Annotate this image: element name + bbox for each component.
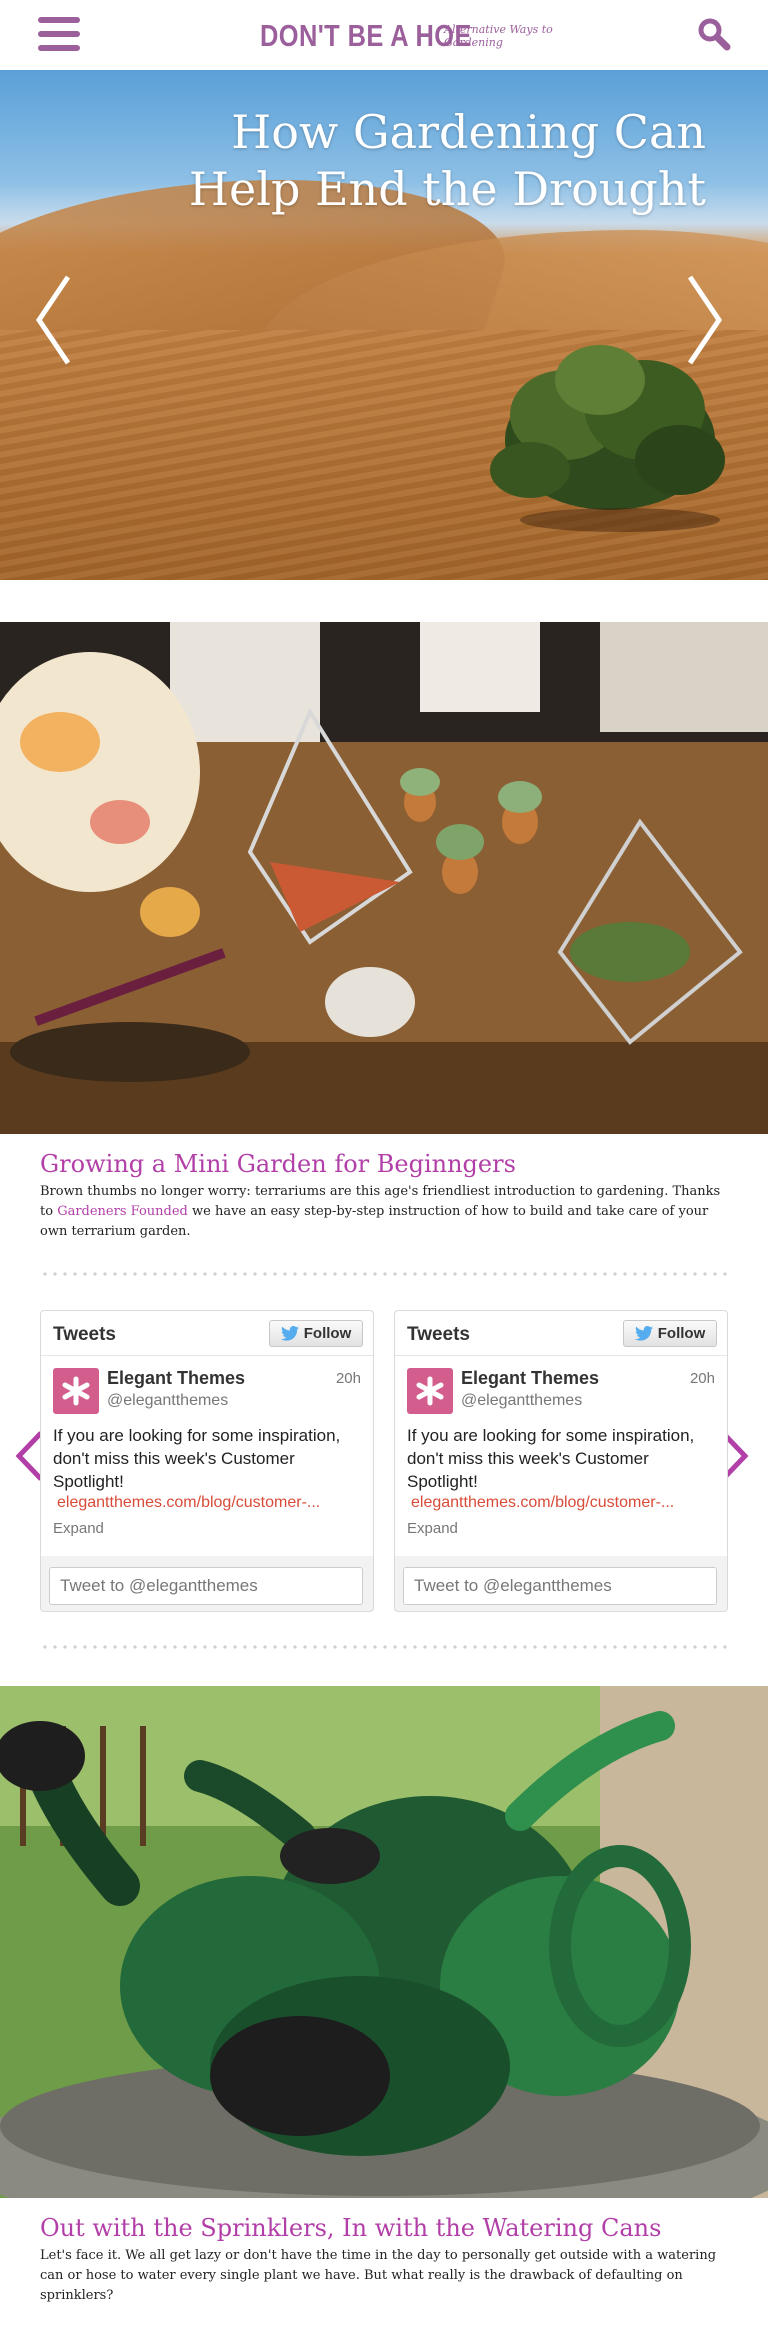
tweet[interactable]: Elegant Themes @elegantthemes 20h If you… — [41, 1356, 373, 1556]
hamburger-menu-icon[interactable] — [38, 17, 80, 51]
post-excerpt: Let's face it. We all get lazy or don't … — [40, 2248, 717, 2303]
chevron-left-icon[interactable] — [36, 275, 70, 365]
twitter-bird-icon — [280, 1326, 299, 1341]
tweet-text: If you are looking for some inspiration,… — [407, 1426, 695, 1491]
asterisk-logo-icon — [416, 1376, 444, 1406]
tweet-timestamp[interactable]: 20h — [690, 1370, 715, 1387]
asterisk-logo-icon — [62, 1376, 90, 1406]
gardeners-founded-link[interactable]: Gardeners Founded — [57, 1204, 188, 1219]
avatar[interactable] — [53, 1368, 99, 1414]
twitter-bird-icon — [634, 1326, 653, 1341]
dotted-divider — [40, 1272, 728, 1276]
follow-button[interactable]: Follow — [623, 1320, 717, 1347]
post-title[interactable]: Out with the Sprinklers, In with the Wat… — [40, 2214, 661, 2242]
tweet-author-handle[interactable]: @elegantthemes — [107, 1392, 228, 1410]
widget-title: Tweets — [407, 1324, 471, 1345]
follow-button[interactable]: Follow — [269, 1320, 363, 1347]
hero-slider: How Gardening Can Help End the Drought — [0, 70, 768, 580]
avatar[interactable] — [407, 1368, 453, 1414]
tweet-text: If you are looking for some inspiration,… — [53, 1426, 341, 1491]
tweet-author-handle[interactable]: @elegantthemes — [461, 1392, 582, 1410]
twitter-widget: Tweets Follow Elegant Themes @elegantthe… — [394, 1310, 728, 1612]
tweet-author-name[interactable]: Elegant Themes — [107, 1368, 245, 1389]
tweet-to-input[interactable]: Tweet to @elegantthemes — [403, 1567, 717, 1605]
hero-title[interactable]: How Gardening Can Help End the Drought — [146, 104, 706, 218]
tweet[interactable]: Elegant Themes @elegantthemes 20h If you… — [395, 1356, 727, 1556]
site-header: DON'T BE A HOE Alternative Ways to Garde… — [0, 0, 768, 70]
chevron-right-icon[interactable] — [688, 275, 722, 365]
watering-cans-post-image[interactable] — [0, 1686, 768, 2198]
tweet-expand-link[interactable]: Expand — [53, 1520, 104, 1537]
terrarium-post-image[interactable] — [0, 622, 768, 1134]
search-icon[interactable] — [697, 17, 731, 51]
tweet-link[interactable]: elegantthemes.com/blog/customer-... — [57, 1494, 357, 1512]
tweet-author-name[interactable]: Elegant Themes — [461, 1368, 599, 1389]
dotted-divider — [40, 1645, 728, 1649]
widget-title: Tweets — [53, 1324, 117, 1345]
site-logo[interactable]: DON'T BE A HOE Alternative Ways to Garde… — [260, 16, 554, 56]
tweet-link[interactable]: elegantthemes.com/blog/customer-... — [411, 1494, 711, 1512]
post-excerpt: Brown thumbs no longer worry: terrariums… — [40, 1184, 721, 1239]
twitter-widget: Tweets Follow Elegant Themes @elegantthe… — [40, 1310, 374, 1612]
tweet-to-input[interactable]: Tweet to @elegantthemes — [49, 1567, 363, 1605]
tweet-expand-link[interactable]: Expand — [407, 1520, 458, 1537]
post-title[interactable]: Growing a Mini Garden for Beginngers — [40, 1150, 516, 1178]
tweet-timestamp[interactable]: 20h — [336, 1370, 361, 1387]
logo-title: DON'T BE A HOE — [260, 18, 472, 53]
